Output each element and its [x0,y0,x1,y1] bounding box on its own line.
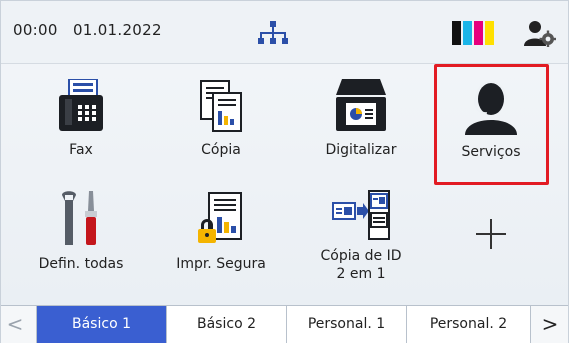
ink-magenta-bar [474,21,483,45]
ink-black-bar [452,21,461,45]
tile-scan[interactable]: Digitalizar [301,79,421,159]
tile-settings[interactable]: Defin. todas [21,191,141,273]
chevron-left-icon: < [6,312,24,336]
tools-icon [62,191,97,245]
tab-label: Básico 2 [197,316,256,332]
tile-label-line2: 2 em 1 [336,266,386,282]
selection-highlight [434,64,549,185]
tile-label-line1: Cópia de ID [320,248,402,264]
date: 01.01.2022 [72,21,162,39]
scanner-icon [336,79,386,131]
plus-icon [476,219,506,249]
tile-secure-print[interactable]: Impr. Segura [161,191,281,273]
tab-label: Personal. 2 [429,316,508,332]
tile-copy[interactable]: Cópia [161,79,281,159]
tile-fax[interactable]: Fax [21,79,141,159]
tile-label: Cópia [201,142,241,158]
scroll-left-button[interactable]: < [1,306,29,343]
tab-bar: < Básico 1 Básico 2 Personal. 1 Personal… [1,305,568,343]
ink-cyan-bar [463,21,472,45]
tab-basico-2[interactable]: Básico 2 [166,306,286,343]
tile-label: Impr. Segura [176,256,266,272]
tile-label: Cópia de ID 2 em 1 [301,247,421,283]
datetime: 00:00 01.01.2022 [13,21,162,39]
status-bar: 00:00 01.01.2022 [1,1,568,64]
time: 00:00 [13,21,58,39]
scroll-right-button[interactable]: > [536,306,564,343]
tile-id-copy[interactable]: Cópia de ID 2 em 1 [301,189,421,283]
tile-label: Digitalizar [325,142,397,158]
ink-level-icon[interactable] [452,21,498,45]
tab-label: Básico 1 [72,316,131,332]
copy-icon [200,80,242,132]
touchscreen: 00:00 01.01.2022 Fax Cópia Digitalizar S… [0,0,569,343]
account-settings-icon[interactable] [524,19,556,47]
tile-label: Fax [69,142,93,158]
fax-icon [59,79,103,131]
network-icon[interactable] [258,21,288,45]
secure-print-icon [198,192,242,243]
id-copy-icon [332,190,390,240]
tile-add-shortcut[interactable] [441,217,541,251]
tab-personal-2[interactable]: Personal. 2 [406,306,531,343]
tab-label: Personal. 1 [307,316,386,332]
tab-personal-1[interactable]: Personal. 1 [286,306,406,343]
chevron-right-icon: > [541,312,559,336]
tile-label: Defin. todas [38,256,124,272]
ink-yellow-bar [485,21,494,45]
tab-basico-1[interactable]: Básico 1 [36,306,166,343]
